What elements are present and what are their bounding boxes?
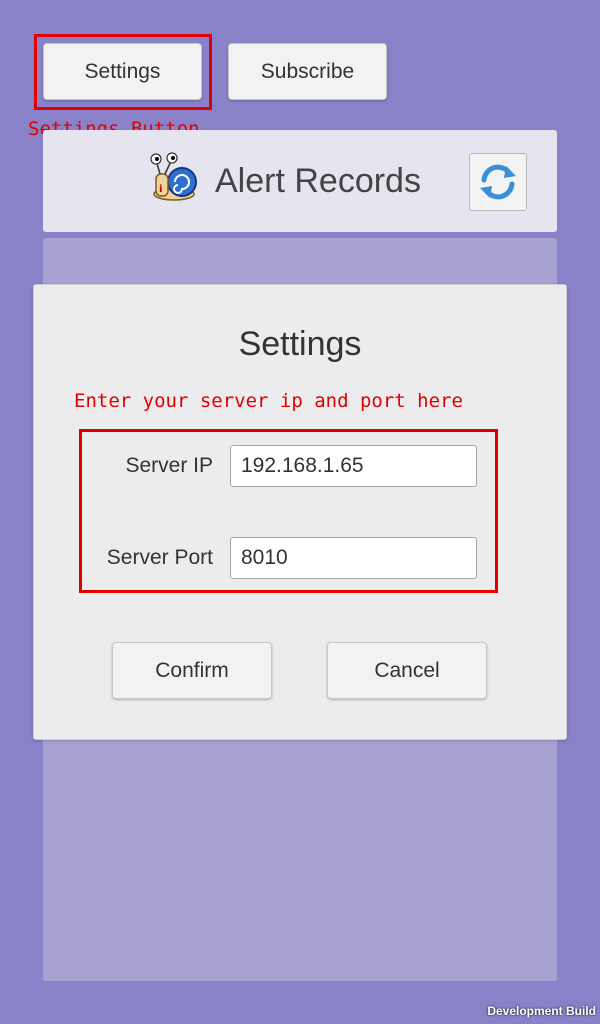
page-title: Alert Records xyxy=(215,162,421,200)
server-port-field[interactable] xyxy=(230,537,477,579)
confirm-button[interactable]: Confirm xyxy=(112,642,272,699)
server-annotation: Enter your server ip and port here xyxy=(74,390,463,412)
server-ip-field[interactable] xyxy=(230,445,477,487)
server-ip-label: Server IP xyxy=(125,454,213,477)
settings-button-highlight xyxy=(34,34,212,110)
development-build-label: Development Build xyxy=(487,1004,596,1018)
refresh-button[interactable] xyxy=(469,153,527,211)
dialog-title: Settings xyxy=(238,325,362,363)
cancel-button[interactable]: Cancel xyxy=(327,642,487,699)
svg-text:i: i xyxy=(159,184,162,195)
server-port-label: Server Port xyxy=(106,546,213,569)
subscribe-button[interactable]: Subscribe xyxy=(228,43,387,100)
snail-icon: i xyxy=(150,152,197,201)
refresh-icon xyxy=(480,164,516,200)
